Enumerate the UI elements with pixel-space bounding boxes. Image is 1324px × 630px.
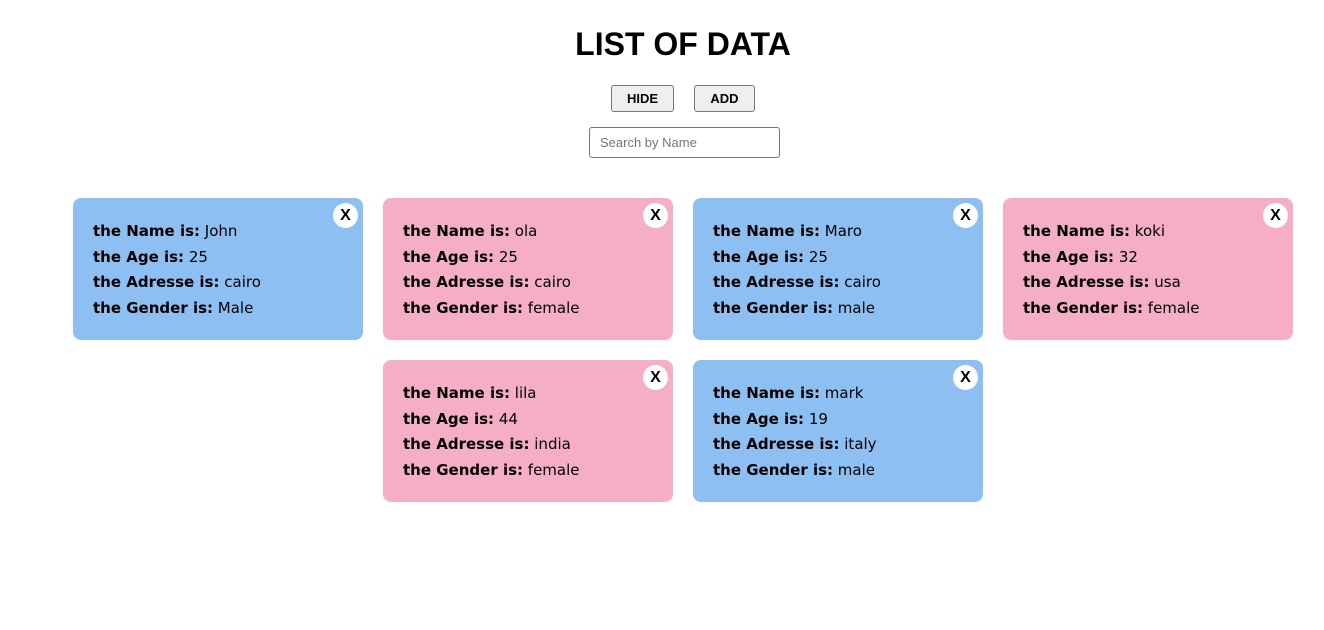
age-label: the Age is: — [93, 247, 185, 266]
search-input[interactable] — [589, 127, 780, 158]
page-title: LIST OF DATA — [575, 26, 791, 62]
gender-label: the Gender is: — [403, 299, 524, 318]
name-row: the Name is: lila — [403, 381, 653, 407]
add-button[interactable]: ADD — [694, 85, 755, 112]
age-row: the Age is: 25 — [403, 245, 653, 271]
gender-label: the Gender is: — [713, 461, 834, 480]
age-value: 19 — [808, 409, 828, 428]
name-value: ola — [514, 222, 538, 240]
age-value: 32 — [1118, 247, 1138, 266]
gender-row: the Gender is: Male — [93, 296, 343, 322]
address-label: the Adresse is: — [713, 435, 840, 454]
address-row: the Adresse is: italy — [713, 432, 963, 458]
person-card: X the Name is: Maro the Age is: 25 the A… — [693, 198, 983, 340]
address-value: cairo — [844, 273, 881, 292]
gender-row: the Gender is: male — [713, 296, 963, 322]
name-value: koki — [1134, 222, 1165, 240]
address-value: cairo — [534, 273, 571, 292]
gender-value: female — [527, 299, 580, 318]
age-row: the Age is: 25 — [713, 245, 963, 271]
name-row: the Name is: Maro — [713, 219, 963, 245]
age-row: the Age is: 25 — [93, 245, 343, 271]
gender-label: the Gender is: — [93, 299, 214, 318]
address-value: italy — [844, 435, 877, 454]
name-row: the Name is: mark — [713, 381, 963, 407]
name-value: Maro — [824, 222, 862, 240]
gender-value: female — [1147, 299, 1200, 318]
close-icon[interactable]: X — [333, 203, 358, 228]
name-label: the Name is: — [93, 222, 201, 240]
name-label: the Name is: — [713, 384, 821, 402]
gender-label: the Gender is: — [1023, 299, 1144, 318]
name-row: the Name is: koki — [1023, 219, 1273, 245]
address-label: the Adresse is: — [93, 273, 220, 292]
person-card: X the Name is: koki the Age is: 32 the A… — [1003, 198, 1293, 340]
gender-label: the Gender is: — [713, 299, 834, 318]
close-icon[interactable]: X — [643, 203, 668, 228]
name-label: the Name is: — [1023, 222, 1131, 240]
age-label: the Age is: — [403, 409, 495, 428]
age-value: 25 — [188, 247, 208, 266]
person-card: X the Name is: ola the Age is: 25 the Ad… — [383, 198, 673, 340]
gender-row: the Gender is: male — [713, 458, 963, 484]
address-value: cairo — [224, 273, 261, 292]
age-value: 44 — [498, 409, 518, 428]
name-label: the Name is: — [713, 222, 821, 240]
address-value: usa — [1154, 273, 1181, 292]
address-label: the Adresse is: — [403, 273, 530, 292]
gender-label: the Gender is: — [403, 461, 524, 480]
age-label: the Age is: — [403, 247, 495, 266]
name-label: the Name is: — [403, 222, 511, 240]
address-label: the Adresse is: — [713, 273, 840, 292]
name-value: lila — [514, 384, 537, 402]
address-row: the Adresse is: india — [403, 432, 653, 458]
address-label: the Adresse is: — [403, 435, 530, 454]
age-row: the Age is: 32 — [1023, 245, 1273, 271]
hide-button[interactable]: HIDE — [611, 85, 674, 112]
close-icon[interactable]: X — [953, 365, 978, 390]
name-value: John — [204, 222, 238, 240]
close-icon[interactable]: X — [1263, 203, 1288, 228]
person-card: X the Name is: mark the Age is: 19 the A… — [693, 360, 983, 502]
person-card: X the Name is: John the Age is: 25 the A… — [73, 198, 363, 340]
age-row: the Age is: 44 — [403, 407, 653, 433]
age-value: 25 — [808, 247, 828, 266]
gender-row: the Gender is: female — [403, 458, 653, 484]
name-label: the Name is: — [403, 384, 511, 402]
person-card: X the Name is: lila the Age is: 44 the A… — [383, 360, 673, 502]
age-label: the Age is: — [713, 247, 805, 266]
address-value: india — [534, 435, 571, 454]
gender-value: Male — [217, 299, 254, 318]
address-row: the Adresse is: cairo — [403, 270, 653, 296]
address-row: the Adresse is: cairo — [93, 270, 343, 296]
gender-row: the Gender is: female — [403, 296, 653, 322]
close-icon[interactable]: X — [953, 203, 978, 228]
name-row: the Name is: ola — [403, 219, 653, 245]
address-label: the Adresse is: — [1023, 273, 1150, 292]
gender-value: female — [527, 461, 580, 480]
address-row: the Adresse is: cairo — [713, 270, 963, 296]
age-row: the Age is: 19 — [713, 407, 963, 433]
close-icon[interactable]: X — [643, 365, 668, 390]
name-value: mark — [824, 384, 864, 402]
address-row: the Adresse is: usa — [1023, 270, 1273, 296]
age-value: 25 — [498, 247, 518, 266]
gender-value: male — [837, 299, 875, 318]
name-row: the Name is: John — [93, 219, 343, 245]
age-label: the Age is: — [1023, 247, 1115, 266]
gender-row: the Gender is: female — [1023, 296, 1273, 322]
gender-value: male — [837, 461, 875, 480]
age-label: the Age is: — [713, 409, 805, 428]
